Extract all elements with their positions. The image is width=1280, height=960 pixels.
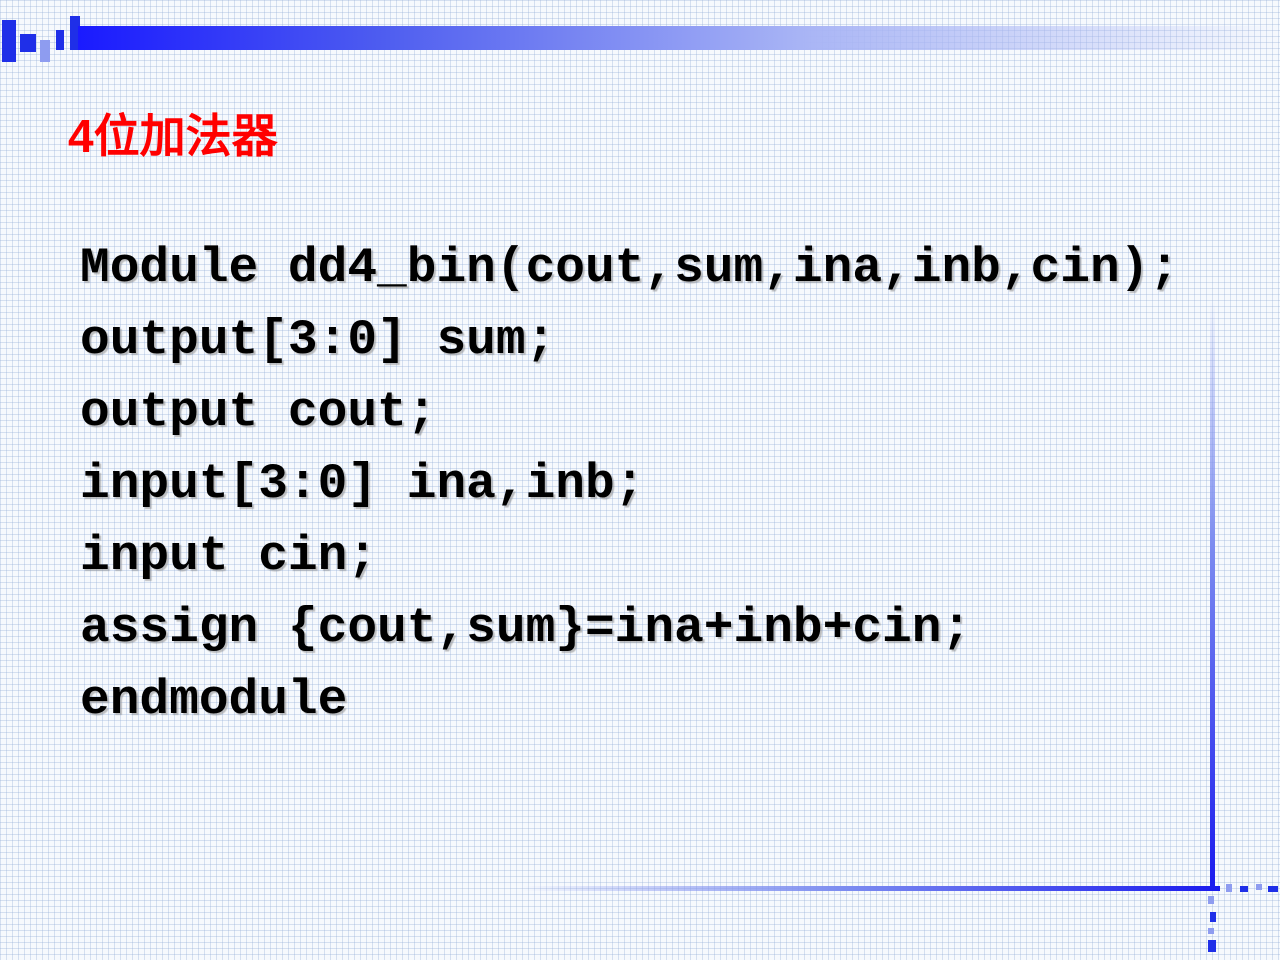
decoration-square [20, 34, 36, 52]
code-line: assign {cout,sum}=ina+inb+cin; [80, 600, 972, 656]
slide-title: 4位加法器 [68, 110, 278, 162]
decoration-square [40, 40, 50, 62]
right-gradient-line [1210, 300, 1215, 890]
decoration-square [1208, 928, 1214, 934]
slide: 4位加法器 Module dd4_bin(cout,sum,ina,inb,ci… [0, 0, 1280, 960]
decoration-square [2, 20, 16, 62]
decoration-square [1208, 896, 1214, 904]
decoration-square [1226, 884, 1232, 892]
code-block: Module dd4_bin(cout,sum,ina,inb,cin); ou… [80, 232, 1179, 736]
decoration-square [1240, 886, 1248, 892]
code-line: input[3:0] ina,inb; [80, 456, 645, 512]
decoration-square [1210, 912, 1216, 922]
decoration-square [1268, 886, 1278, 892]
top-gradient-bar [78, 26, 1280, 50]
code-line: output[3:0] sum; [80, 312, 556, 368]
code-line: output cout; [80, 384, 437, 440]
bottom-gradient-line [520, 886, 1220, 891]
decoration-square [56, 30, 64, 50]
decoration-square [1208, 940, 1216, 952]
code-line: endmodule [80, 672, 348, 728]
decoration-square [1256, 884, 1262, 890]
code-line: input cin; [80, 528, 378, 584]
code-line: Module dd4_bin(cout,sum,ina,inb,cin); [80, 240, 1180, 296]
